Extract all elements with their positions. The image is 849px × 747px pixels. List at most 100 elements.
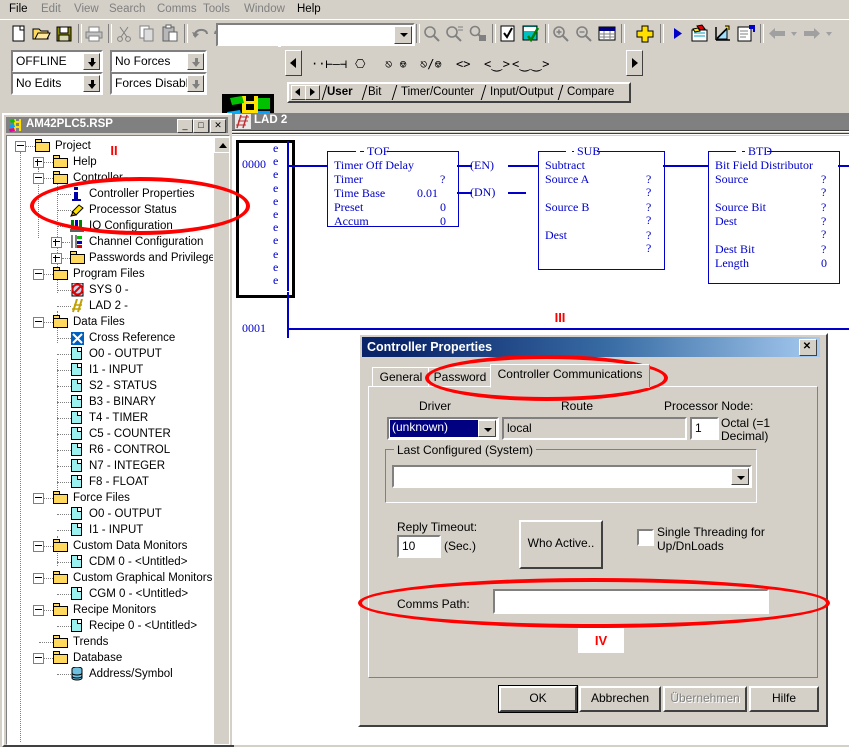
block-row-value[interactable]: ?	[821, 242, 826, 257]
chevron-down-icon[interactable]	[83, 75, 100, 92]
block-row-value[interactable]: 0	[821, 256, 827, 271]
tab-scroll-right[interactable]	[305, 85, 320, 100]
menu-item-view[interactable]: View	[69, 2, 104, 17]
cut-icon[interactable]	[113, 23, 135, 44]
block-row-value[interactable]: ?	[646, 213, 651, 228]
driver-combo[interactable]: (unknown)	[387, 417, 499, 440]
block-row-value[interactable]: ?	[821, 200, 826, 215]
open-file-icon[interactable]	[30, 23, 52, 44]
dialog-close-button[interactable]: ✕	[799, 339, 817, 356]
print-icon[interactable]	[83, 23, 105, 44]
tab-scroll-left[interactable]	[291, 85, 306, 100]
help-button[interactable]: Hilfe	[749, 686, 819, 712]
collapse-toggle[interactable]	[33, 653, 44, 664]
block-row-value[interactable]: 0	[440, 200, 446, 215]
copy-icon[interactable]	[136, 23, 158, 44]
collapse-toggle[interactable]	[33, 269, 44, 280]
new-file-icon[interactable]	[7, 23, 29, 44]
chevron-down-icon[interactable]	[731, 468, 749, 485]
undo-icon[interactable]	[189, 23, 211, 44]
expand-toggle[interactable]	[33, 157, 44, 168]
block-row-value[interactable]: ?	[440, 172, 445, 187]
expand-toggle[interactable]	[51, 237, 62, 248]
reply-timeout-field[interactable]: 10	[397, 535, 441, 558]
block-row-value[interactable]: 0.01	[417, 186, 438, 201]
forces-combo[interactable]: No Forces	[110, 50, 207, 73]
instruction-block-sub[interactable]: SUB Subtract Source A ? ? Source B ? ? D…	[538, 144, 665, 270]
instruction-branch[interactable]: ··⊢—⊣	[311, 57, 347, 71]
address-combo[interactable]	[216, 23, 415, 47]
instruction-scroll-right[interactable]	[626, 50, 643, 76]
block-row-value[interactable]: ?	[821, 227, 826, 242]
menu-item-edit[interactable]: Edit	[36, 2, 66, 17]
chevron-down-icon[interactable]	[394, 26, 412, 44]
collapse-toggle[interactable]	[15, 141, 26, 152]
block-row-value[interactable]: 0	[440, 214, 446, 229]
who-active-button[interactable]: Who Active..	[519, 520, 603, 569]
close-button[interactable]: ✕	[210, 119, 226, 133]
expand-toggle[interactable]	[51, 253, 62, 264]
chevron-down-icon[interactable]	[187, 75, 204, 92]
tab-input-output[interactable]: Input/Output	[490, 84, 553, 101]
coil-en[interactable]: (EN)	[470, 158, 494, 173]
instruction-block-tof[interactable]: TOF Timer Off Delay Timer ? Time Base 0.…	[327, 144, 459, 229]
tab-compare[interactable]: Compare	[567, 84, 614, 101]
forward-dropdown-icon[interactable]	[824, 23, 834, 44]
instruction-block-btd[interactable]: BTD Bit Field Distributor Source ? ? Sou…	[708, 144, 840, 284]
instruction-xio[interactable]: ⎋/⎊	[420, 57, 442, 71]
chevron-down-icon[interactable]	[83, 53, 100, 70]
menu-item-comms[interactable]: Comms	[152, 2, 202, 17]
collapse-toggle[interactable]	[33, 573, 44, 584]
menu-item-tools[interactable]: Tools	[198, 2, 235, 17]
verify-file-icon[interactable]	[497, 23, 519, 44]
save-file-icon[interactable]	[53, 23, 75, 44]
properties-grid-icon[interactable]	[596, 23, 618, 44]
coil-dn[interactable]: (DN)	[470, 185, 495, 200]
tree-scrollbar[interactable]	[213, 136, 229, 744]
single-threading-checkbox[interactable]	[637, 529, 654, 546]
forces-enabled-combo[interactable]: Forces Disabled	[110, 72, 207, 95]
find-icon[interactable]	[421, 23, 443, 44]
tab-bit[interactable]: Bit	[368, 84, 381, 101]
add-rung-icon[interactable]	[634, 23, 656, 44]
chevron-down-icon[interactable]	[478, 420, 496, 437]
verify-project-icon[interactable]	[520, 23, 542, 44]
minimize-button[interactable]: _	[177, 119, 193, 133]
processor-node-field[interactable]: 1	[690, 417, 719, 440]
last-configured-combo[interactable]	[392, 465, 752, 488]
zoom-out-icon[interactable]	[573, 23, 595, 44]
forward-icon[interactable]	[801, 23, 823, 44]
tab-controller-communications[interactable]: Controller Communications	[490, 364, 650, 388]
collapse-toggle[interactable]	[33, 541, 44, 552]
menu-item-file[interactable]: File	[4, 2, 33, 17]
dialog-titlebar[interactable]: Controller Properties ✕	[362, 337, 820, 357]
menu-item-help[interactable]: Help	[292, 2, 326, 17]
tab-general[interactable]: General	[372, 367, 430, 388]
ok-button[interactable]: OK	[498, 685, 578, 713]
maximize-button[interactable]: □	[193, 119, 209, 133]
collapse-toggle[interactable]	[33, 605, 44, 616]
tab-timer-counter[interactable]: Timer/Counter	[401, 84, 474, 101]
block-row-value[interactable]: ?	[646, 185, 651, 200]
route-field[interactable]: local	[502, 417, 687, 440]
find-next-icon[interactable]	[444, 23, 466, 44]
cancel-button[interactable]: Abbrechen	[579, 686, 661, 712]
edits-combo[interactable]: No Edits	[11, 72, 103, 95]
instruction-rung[interactable]: ⎔	[355, 57, 365, 71]
collapse-toggle[interactable]	[33, 173, 44, 184]
menu-item-window[interactable]: Window	[239, 2, 290, 17]
collapse-toggle[interactable]	[33, 317, 44, 328]
run-icon[interactable]	[666, 23, 688, 44]
instruction-xic[interactable]: ⎋ ⎊	[385, 57, 407, 71]
instruction-otl[interactable]: <⏝⏝>	[512, 57, 550, 71]
zoom-in-icon[interactable]	[550, 23, 572, 44]
block-row-value[interactable]: ?	[646, 241, 651, 256]
instruction-scroll-left[interactable]	[285, 50, 302, 76]
replace-icon[interactable]	[467, 23, 489, 44]
instruction-ote[interactable]: <⏝>	[484, 57, 510, 71]
back-icon[interactable]	[766, 23, 788, 44]
block-row-value[interactable]: ?	[821, 185, 826, 200]
tab-user[interactable]: User	[327, 84, 353, 101]
chevron-down-icon[interactable]	[187, 53, 204, 70]
scroll-thumb[interactable]	[213, 152, 229, 744]
